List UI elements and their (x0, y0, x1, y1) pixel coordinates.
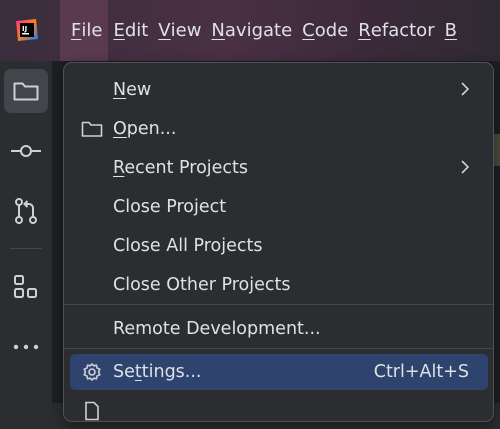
menu-item-new-label: New (113, 80, 151, 100)
menu-file[interactable]: File (60, 0, 109, 61)
menu-navigate-label: avigate (224, 20, 293, 41)
commit-tool-button[interactable] (4, 129, 48, 173)
menu-item-open-mnemonic: O (113, 119, 127, 139)
more-icon (13, 344, 39, 350)
project-tool-button[interactable] (4, 69, 48, 113)
tool-strip-divider (10, 248, 42, 249)
menu-view-mnemonic: V (158, 20, 171, 41)
svg-text:IJ: IJ (22, 25, 27, 33)
file-icon (85, 401, 99, 421)
tool-window-strip (0, 61, 52, 403)
chevron-right-icon (461, 160, 470, 174)
menu-item-recent-text: ecent Projects (124, 158, 249, 178)
title-bar: IJ File Edit View Navigate Code Refactor… (0, 0, 500, 61)
menu-bar: File Edit View Navigate Code Refactor B (60, 0, 462, 61)
menu-edit[interactable]: Edit (108, 0, 153, 61)
file-menu-dropdown: New Open... Recent Projects Close Projec… (63, 62, 494, 422)
menu-code[interactable]: Code (297, 0, 353, 61)
menu-item-settings-text: tings... (141, 362, 202, 382)
menu-item-open[interactable]: Open... (70, 111, 488, 147)
structure-icon (14, 275, 37, 298)
menu-item-remote-development[interactable]: Remote Development... (70, 311, 488, 347)
menu-item-open-label: Open... (113, 119, 176, 139)
menu-item-settings-label: Settings... (113, 362, 201, 382)
gear-icon (83, 363, 101, 381)
menu-item-close-all-label: Close All Projects (113, 236, 263, 256)
menu-item-new[interactable]: New (70, 72, 488, 108)
menu-file-label: ile (81, 20, 103, 41)
commit-icon (11, 145, 41, 157)
menu-view[interactable]: View (153, 0, 206, 61)
menu-item-new-mnemonic: N (113, 80, 127, 100)
menu-item-recent-projects[interactable]: Recent Projects (70, 150, 488, 186)
menu-item-close-all-projects[interactable]: Close All Projects (70, 228, 488, 264)
menu-code-mnemonic: C (302, 20, 315, 41)
menu-view-label: iew (170, 20, 202, 41)
menu-item-settings[interactable]: Settings... Ctrl+Alt+S (70, 354, 488, 390)
menu-edit-mnemonic: E (113, 20, 125, 41)
menu-item-settings-mnemonic: t (134, 362, 142, 382)
menu-edit-label: dit (124, 20, 149, 41)
menu-item-recent-label: Recent Projects (113, 158, 248, 178)
pull-requests-tool-button[interactable] (4, 189, 48, 233)
menu-refactor-label: efactor (370, 20, 435, 41)
menu-item-open-text: pen... (126, 119, 177, 139)
menu-item-close-project[interactable]: Close Project (70, 189, 488, 225)
menu-code-label: ode (314, 20, 349, 41)
menu-item-close-other-label: Close Other Projects (113, 275, 291, 295)
menu-item-remote-label: Remote Development... (113, 319, 321, 339)
app-logo-icon[interactable]: IJ (14, 17, 40, 43)
menu-item-recent-mnemonic: R (113, 158, 125, 178)
menu-navigate-mnemonic: N (211, 20, 225, 41)
folder-icon (13, 82, 39, 101)
menu-item-settings-prefix: Se (113, 362, 135, 382)
chevron-right-icon (461, 82, 470, 96)
menu-item-new-text: ew (126, 80, 152, 100)
menu-build[interactable]: B (440, 0, 462, 61)
menu-item-settings-shortcut: Ctrl+Alt+S (373, 362, 469, 382)
folder-open-icon (81, 121, 103, 137)
menu-separator (64, 348, 493, 349)
menu-refactor-mnemonic: R (358, 20, 371, 41)
menu-file-mnemonic: F (71, 20, 82, 41)
more-tool-windows-button[interactable] (4, 325, 48, 369)
menu-refactor[interactable]: Refactor (353, 0, 439, 61)
menu-separator (64, 304, 493, 305)
pull-request-icon (15, 198, 37, 224)
menu-item-close-project-label: Close Project (113, 197, 227, 217)
menu-build-mnemonic: B (444, 20, 457, 41)
menu-item-close-other-projects[interactable]: Close Other Projects (70, 267, 488, 303)
menu-navigate[interactable]: Navigate (206, 0, 297, 61)
menu-item-partial[interactable] (70, 393, 488, 429)
structure-tool-button[interactable] (4, 265, 48, 309)
